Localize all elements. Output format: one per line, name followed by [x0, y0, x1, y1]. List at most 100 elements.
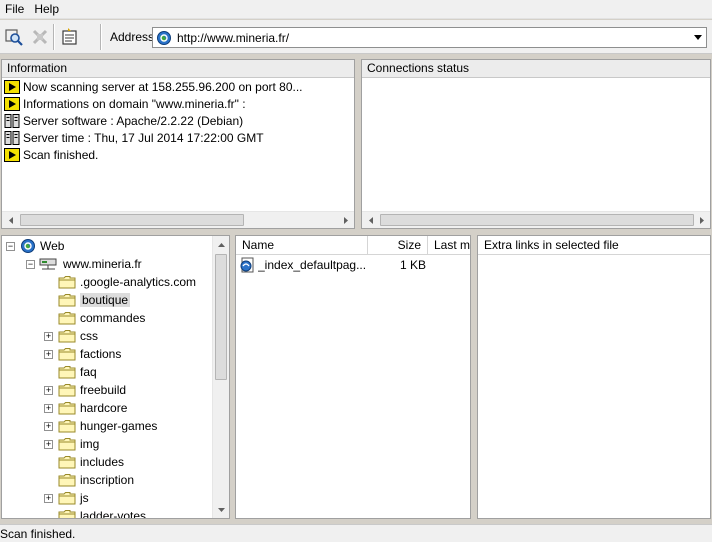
toolbar-separator	[53, 24, 55, 50]
scroll-right-button[interactable]	[693, 212, 710, 228]
menu-file[interactable]: File	[0, 0, 29, 19]
arrow-left-icon	[8, 216, 13, 224]
tree-item-folder[interactable]: .google-analytics.com	[58, 273, 196, 291]
tree-collapse-button[interactable]: −	[6, 242, 15, 251]
tree-vscrollbar[interactable]	[212, 236, 229, 518]
scroll-left-button[interactable]	[2, 212, 19, 228]
settings-page-icon	[62, 28, 77, 45]
log-line: Server time : Thu, 17 Jul 2014 17:22:00 …	[2, 129, 354, 146]
folder-icon	[58, 312, 76, 325]
status-bar: Scan finished.	[0, 524, 712, 542]
folder-label: includes	[80, 455, 125, 469]
folder-label: factions	[80, 347, 122, 361]
address-label: Address	[110, 30, 155, 44]
folder-label: faq	[80, 365, 97, 379]
folder-label: img	[80, 437, 100, 451]
tree-item-folder[interactable]: boutique	[58, 291, 131, 309]
folder-label: hunger-games	[80, 419, 158, 433]
menu-help[interactable]: Help	[29, 0, 64, 19]
folder-icon	[58, 420, 76, 433]
log-line: Now scanning server at 158.255.96.200 on…	[2, 78, 354, 95]
scroll-thumb[interactable]	[215, 254, 227, 380]
column-size[interactable]: Size	[368, 236, 428, 255]
folder-icon	[58, 366, 76, 379]
folder-icon	[58, 510, 76, 518]
column-last-modified[interactable]: Last m	[428, 236, 470, 255]
arrow-right-icon	[343, 216, 348, 224]
tree-item-folder[interactable]: hunger-games	[58, 417, 157, 435]
arrow-right-icon	[699, 216, 704, 224]
folder-icon	[58, 456, 76, 469]
scroll-up-button[interactable]	[213, 236, 229, 253]
tree-item-folder[interactable]: ladder-votes	[58, 507, 147, 519]
tree-item-web[interactable]: Web	[20, 237, 64, 255]
scroll-down-button[interactable]	[213, 501, 229, 518]
tree-expand-button[interactable]: +	[44, 332, 53, 341]
tree-expand-button[interactable]: +	[44, 494, 53, 503]
tree-expand-button[interactable]: +	[44, 386, 53, 395]
tree-expand-button[interactable]: +	[44, 350, 53, 359]
arrow-down-icon	[217, 507, 225, 512]
tree-item-folder[interactable]: faq	[58, 363, 97, 381]
file-list-panel: Name Size Last m _index_defaultpag... 1 …	[235, 235, 471, 519]
information-header: Information	[2, 60, 354, 78]
scan-button[interactable]	[3, 26, 25, 48]
tree-item-folder[interactable]: img	[58, 435, 99, 453]
address-input[interactable]: http://www.mineria.fr/	[152, 27, 707, 48]
file-name: _index_defaultpag...	[258, 258, 367, 272]
folder-icon	[58, 330, 76, 343]
folder-label: ladder-votes	[80, 509, 147, 519]
server-icon	[4, 130, 20, 145]
file-row[interactable]: _index_defaultpag... 1 KB	[239, 256, 429, 274]
tree-item-folder[interactable]: css	[58, 327, 98, 345]
connections-header: Connections status	[362, 60, 710, 78]
html-file-icon	[240, 257, 254, 273]
connections-hscrollbar[interactable]	[362, 211, 710, 228]
server-icon	[4, 113, 20, 128]
tree-item-folder[interactable]: inscription	[58, 471, 134, 489]
tree-item-folder[interactable]: freebuild	[58, 381, 126, 399]
folder-icon	[58, 438, 76, 451]
tree-expand-button[interactable]: +	[44, 422, 53, 431]
extra-links-header: Extra links in selected file	[478, 236, 710, 255]
folder-icon	[58, 474, 76, 487]
arrow-left-icon	[368, 216, 373, 224]
address-dropdown-button[interactable]	[689, 28, 706, 47]
folder-icon	[58, 402, 76, 415]
folder-label: boutique	[80, 293, 131, 307]
file-size: 1 KB	[399, 258, 426, 272]
folder-label: inscription	[80, 473, 135, 487]
tree-item-folder[interactable]: js	[58, 489, 89, 507]
folder-icon	[58, 348, 76, 361]
extra-links-panel: Extra links in selected file	[477, 235, 711, 519]
scroll-left-button[interactable]	[362, 212, 379, 228]
folder-label: freebuild	[80, 383, 127, 397]
information-hscrollbar[interactable]	[2, 211, 354, 228]
scroll-thumb[interactable]	[380, 214, 694, 226]
tree-item-folder[interactable]: commandes	[58, 309, 145, 327]
connections-panel: Connections status	[361, 59, 711, 229]
folder-label: js	[80, 491, 89, 505]
chevron-down-icon	[693, 35, 702, 40]
arrow-up-icon	[217, 242, 225, 247]
log-line: Server software : Apache/2.2.22 (Debian)	[2, 112, 354, 129]
tree-collapse-button[interactable]: −	[26, 260, 35, 269]
stop-button[interactable]	[29, 26, 51, 48]
tree-expand-button[interactable]: +	[44, 440, 53, 449]
site-tree-panel: − Web − www.mineria.fr .google-analytics…	[1, 235, 230, 519]
scroll-right-button[interactable]	[337, 212, 354, 228]
folder-icon	[58, 276, 76, 289]
options-button[interactable]	[58, 26, 80, 48]
tree-item-folder[interactable]: hardcore	[58, 399, 127, 417]
tree-item-host[interactable]: www.mineria.fr	[39, 255, 142, 273]
folder-label: commandes	[80, 311, 146, 325]
tree-item-folder[interactable]: factions	[58, 345, 121, 363]
folder-label: hardcore	[80, 401, 128, 415]
arrow-icon	[4, 96, 20, 111]
scroll-thumb[interactable]	[20, 214, 244, 226]
tree-item-folder[interactable]: includes	[58, 453, 124, 471]
folder-label: .google-analytics.com	[80, 275, 197, 289]
tree-expand-button[interactable]: +	[44, 404, 53, 413]
information-panel: Information Now scanning server at 158.2…	[1, 59, 355, 229]
column-name[interactable]: Name	[236, 236, 368, 255]
